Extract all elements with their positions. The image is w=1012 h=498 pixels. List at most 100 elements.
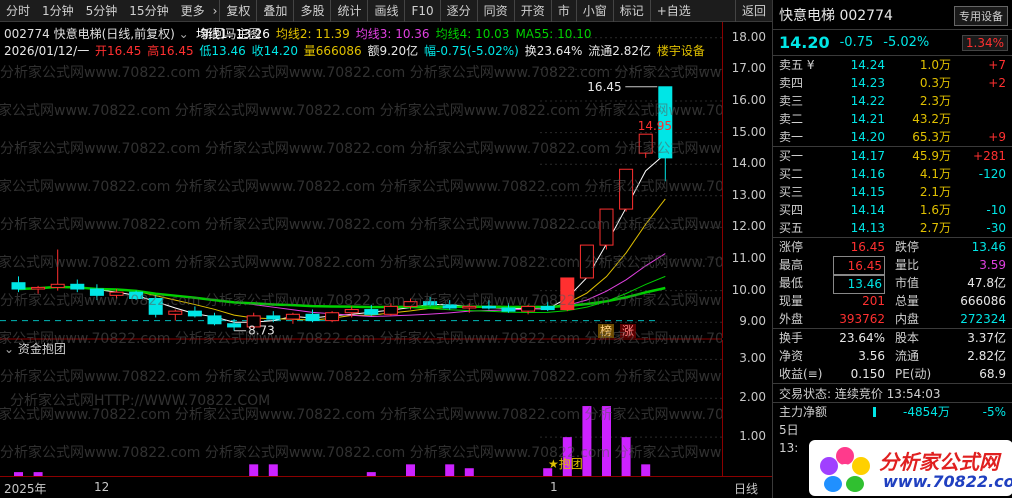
ohlc-change: 幅-0.75(-5.02%): [424, 44, 519, 58]
more-chevron-icon[interactable]: ›: [211, 0, 220, 22]
sub-bar: [464, 468, 474, 476]
stat-key: 流通: [895, 349, 920, 363]
price-tick: 13.00: [731, 187, 766, 202]
stats-block-2: 换手 23.64% 股本 3.37亿 净资 3.56 流通 2.82亿 收益(≡) 0.150 PE…: [773, 328, 1012, 383]
low-price-label: 8.73: [248, 324, 275, 338]
stat-value: 272324: [960, 312, 1006, 326]
ask-price: 14.22: [850, 94, 885, 108]
window-button[interactable]: 市: [550, 0, 576, 22]
ask-delta: +2: [988, 76, 1006, 90]
ask-volume: 2.3万: [919, 94, 951, 108]
stat-value: 16.45: [850, 240, 885, 254]
ma-legend-item: 均线4: 10.03: [435, 27, 510, 41]
stats-button[interactable]: 统计: [330, 0, 367, 22]
bid-row[interactable]: 买三 14.15 2.1万: [773, 183, 1012, 201]
bid-price: 14.13: [850, 221, 885, 235]
ask-volume: 43.2万: [912, 112, 951, 126]
sub-bar: [621, 437, 631, 476]
bid-delta: +281: [973, 149, 1006, 163]
bid-delta: -120: [978, 167, 1006, 181]
bid-row[interactable]: 买四 14.14 1.6万 -10: [773, 201, 1012, 219]
candle-body: [207, 315, 222, 325]
bid-row[interactable]: 买一 14.17 45.9万 +281: [773, 147, 1012, 165]
price-tick: 10.00: [731, 282, 766, 297]
candle-body: [305, 313, 320, 322]
candle-body: [403, 301, 418, 307]
stat-value: 393762: [839, 312, 885, 326]
ohlc-volume: 量666086: [303, 44, 362, 58]
stat-key: 总量: [895, 294, 920, 308]
period-label[interactable]: 日线: [734, 480, 758, 497]
ohlc-close: 收14.20: [251, 44, 298, 58]
bid-label: 买二: [779, 167, 804, 181]
sub-bar: [641, 464, 651, 476]
dropdown-chevron-icon[interactable]: ⌄: [179, 27, 189, 41]
candle-body: [560, 277, 575, 311]
same-fund-button[interactable]: 同资: [476, 0, 514, 22]
f10-button[interactable]: F10: [404, 0, 439, 22]
ask-row[interactable]: 卖四 14.23 0.3万 +2: [773, 74, 1012, 92]
chart-canvas[interactable]: 16.45 14.95 8.73 榜涨 ★抱团: [0, 22, 722, 476]
bid-price: 14.15: [850, 185, 885, 199]
stat-row: 换手 23.64% 股本 3.37亿: [773, 329, 1012, 347]
stat-row: 涨停 16.45 跌停 13.46: [773, 238, 1012, 256]
stat-row: 外盘 393762 内盘 272324: [773, 310, 1012, 328]
quote-price-row: 14.20 -0.75 -5.02% 1.34%: [773, 30, 1012, 56]
mark-button[interactable]: 标记: [612, 0, 650, 22]
adjust-button[interactable]: 复权: [219, 0, 256, 22]
chart-area[interactable]: 16.45 14.95 8.73 榜涨 ★抱团: [0, 22, 722, 476]
quote-header: 快意电梯 002774 专用设备: [773, 0, 1012, 30]
candle-body: [579, 244, 594, 279]
bid-row[interactable]: 买五 14.13 2.7万 -30: [773, 219, 1012, 237]
period-15min[interactable]: 15分钟: [123, 0, 174, 22]
list-tag: 榜: [600, 323, 612, 338]
ask-row[interactable]: 卖三 14.22 2.3万: [773, 92, 1012, 110]
multi-stock-button[interactable]: 多股: [293, 0, 330, 22]
period-daily[interactable]: 分时: [0, 0, 36, 22]
back-button[interactable]: 返回: [734, 0, 772, 22]
candle-body: [462, 305, 477, 309]
add-watchlist-button[interactable]: +自选: [649, 0, 697, 22]
stat-row: 收益(≡) 0.150 PE(动) 68.9: [773, 365, 1012, 383]
sub-chart-name[interactable]: 资金抱团: [18, 342, 66, 356]
ask-price: 14.24: [850, 58, 885, 72]
ask-row[interactable]: 卖一 14.20 65.3万 +9: [773, 128, 1012, 146]
candle-body: [344, 309, 359, 314]
sub-chart-title: ⌄ 资金抱团: [4, 340, 66, 357]
ask-row[interactable]: 卖五 ¥ 14.24 1.0万 +7: [773, 56, 1012, 74]
period-1min[interactable]: 1分钟: [36, 0, 80, 22]
ask-row[interactable]: 卖二 14.21 43.2万: [773, 110, 1012, 128]
period-5min[interactable]: 5分钟: [80, 0, 124, 22]
stat-value: 23.64%: [839, 331, 885, 345]
trade-status: 交易状态: 连续竞价 13:54:03: [773, 383, 1012, 403]
candle-body: [364, 309, 379, 315]
xaxis-label-jan: 1: [550, 480, 558, 494]
bid-row[interactable]: 买二 14.16 4.1万 -120: [773, 165, 1012, 183]
candle-body: [442, 304, 457, 309]
candle-body: [325, 312, 340, 322]
overlay-button[interactable]: 叠加: [256, 0, 293, 22]
by-minute-button[interactable]: 逐分: [439, 0, 477, 22]
period-more[interactable]: 更多: [175, 0, 211, 22]
ohlc-info-line: 2026/01/12/一 开16.45 高16.45 低13.46 收14.20…: [4, 42, 707, 59]
high-price-label: 16.45: [587, 80, 621, 94]
ask-price: 14.20: [850, 130, 885, 144]
draw-button[interactable]: 画线: [367, 0, 404, 22]
bid-volume: 2.1万: [919, 185, 951, 199]
sub-bar: [249, 464, 259, 476]
sub-tick: 1.00: [739, 429, 766, 444]
sub-tick: 3.00: [739, 351, 766, 366]
candle-body: [423, 301, 438, 306]
ohlc-amount: 额9.20亿: [367, 44, 419, 58]
ohlc-high: 高16.45: [147, 44, 194, 58]
mini-window-button[interactable]: 小窗: [575, 0, 613, 22]
stat-value: 666086: [960, 294, 1006, 308]
site-logo: 分析家公式网 www.70822.com: [809, 440, 1012, 496]
open-fund-button[interactable]: 开资: [513, 0, 551, 22]
bid-delta: -10: [986, 203, 1006, 217]
ohlc-sector[interactable]: 楼宇设备: [657, 44, 705, 58]
candle-body: [540, 305, 555, 311]
industry-badge[interactable]: 专用设备: [954, 6, 1008, 26]
price-tick: 9.00: [739, 314, 766, 329]
collapse-icon[interactable]: ⌄: [4, 342, 14, 356]
